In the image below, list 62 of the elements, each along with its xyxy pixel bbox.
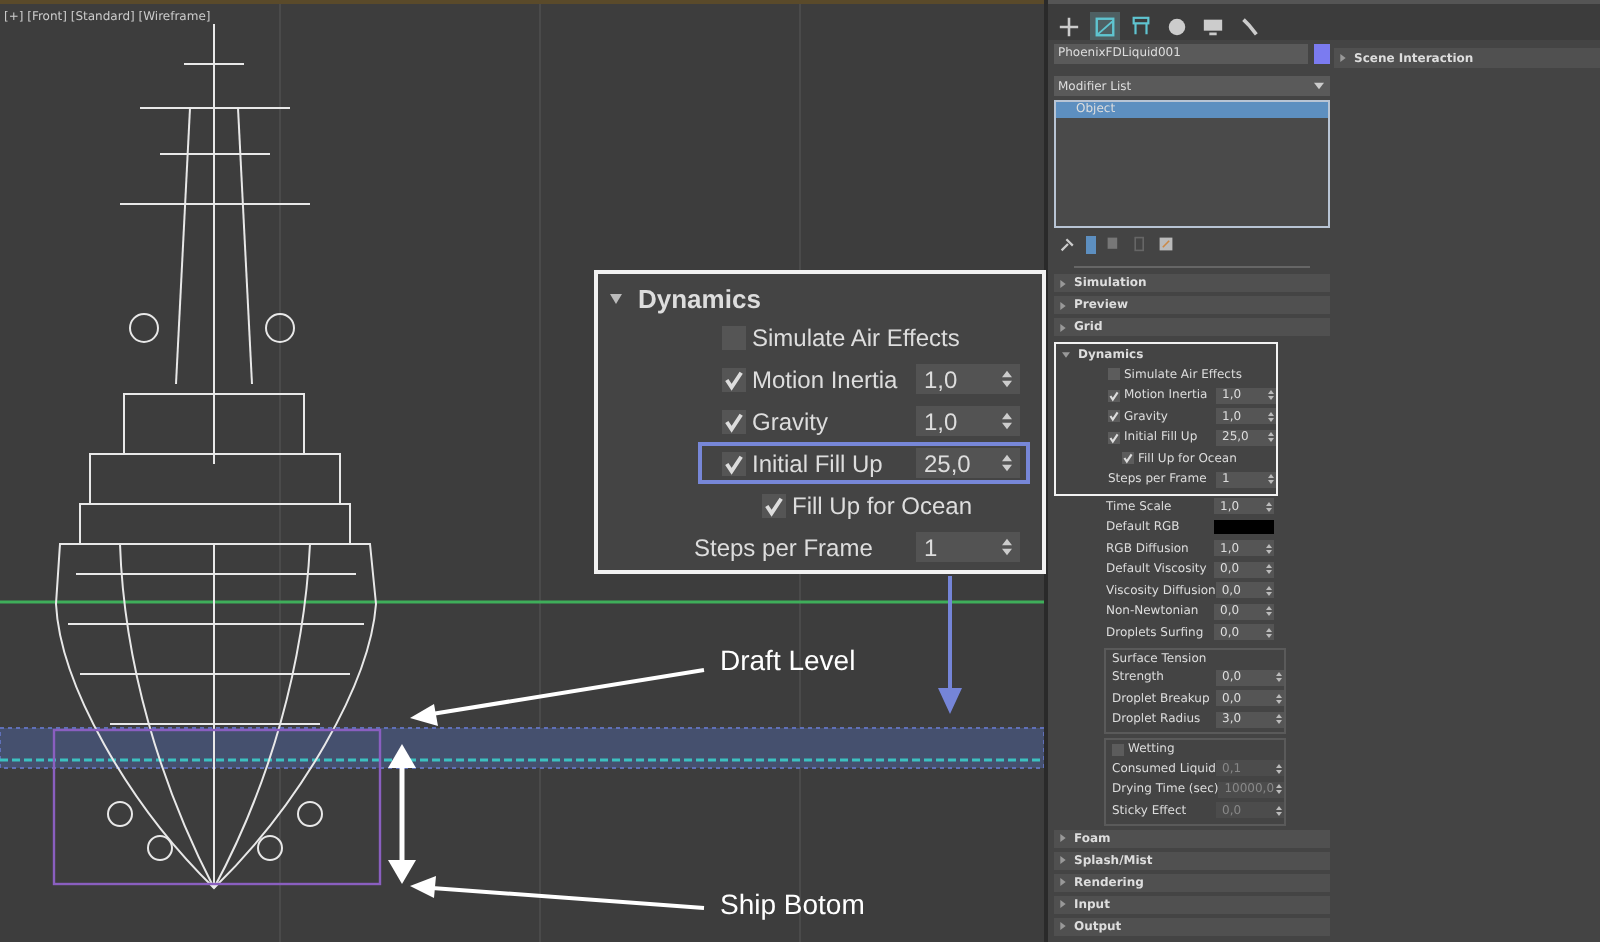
- make-unique-icon[interactable]: [1106, 236, 1122, 252]
- checkbox[interactable]: [722, 367, 746, 391]
- checkbox[interactable]: [722, 451, 746, 475]
- parameter-label: Gravity: [752, 407, 829, 435]
- checkbox[interactable]: [1108, 389, 1120, 402]
- collapse-triangle-icon[interactable]: [1062, 352, 1070, 358]
- spinner-arrows-icon[interactable]: [1002, 370, 1012, 388]
- spinner-arrows-icon[interactable]: [1266, 501, 1272, 512]
- double-arrow: [388, 744, 416, 884]
- curve-tab-icon[interactable]: [1090, 12, 1120, 40]
- dropdown-caret-icon[interactable]: [1314, 82, 1324, 90]
- expand-triangle-icon[interactable]: [1060, 856, 1066, 864]
- checkbox[interactable]: [722, 409, 746, 433]
- expand-triangle-icon[interactable]: [1060, 900, 1066, 908]
- expand-triangle-icon[interactable]: [1060, 301, 1066, 309]
- show-end-result-icon[interactable]: [1086, 235, 1096, 253]
- spinner-arrows-icon[interactable]: [1276, 672, 1282, 683]
- spinner-arrows-icon[interactable]: [1268, 390, 1274, 401]
- color-swatch[interactable]: [1214, 520, 1274, 535]
- spinner-arrows-icon[interactable]: [1002, 538, 1012, 556]
- rollout-title[interactable]: Dynamics: [638, 283, 761, 313]
- spinner-arrows-icon[interactable]: [1266, 585, 1272, 596]
- object-color-swatch[interactable]: [1314, 44, 1330, 64]
- checkbox[interactable]: [1112, 743, 1124, 755]
- checkbox[interactable]: [1108, 410, 1120, 423]
- leader-arrow: [938, 576, 962, 714]
- plus-tab-icon[interactable]: [1054, 12, 1084, 40]
- configure-icon[interactable]: [1158, 236, 1174, 252]
- spinner-arrows-icon[interactable]: [1266, 564, 1272, 575]
- parameter-label: Motion Inertia: [752, 365, 898, 393]
- checkbox[interactable]: [1108, 368, 1120, 381]
- checkbox[interactable]: [762, 493, 786, 517]
- expand-triangle-icon[interactable]: [1340, 54, 1346, 62]
- spinner-arrows-icon[interactable]: [1266, 606, 1272, 617]
- spinner-arrows-icon[interactable]: [1268, 432, 1274, 443]
- expand-triangle-icon[interactable]: [1060, 279, 1066, 287]
- expand-triangle-icon[interactable]: [1060, 878, 1066, 886]
- pin-icon[interactable]: [1060, 236, 1076, 252]
- parameter-label: Simulate Air Effects: [752, 323, 960, 351]
- parameter-label: Fill Up for Ocean: [792, 491, 973, 519]
- spinner-arrows-icon[interactable]: [1266, 543, 1272, 554]
- spinner-field[interactable]: 25,0: [916, 448, 1020, 478]
- spinner-arrows-icon[interactable]: [1268, 474, 1274, 485]
- expand-triangle-icon[interactable]: [1060, 323, 1066, 331]
- spinner-field[interactable]: 1,0: [916, 364, 1020, 394]
- expand-triangle-icon[interactable]: [1060, 834, 1066, 842]
- spinner-arrows-icon[interactable]: [1002, 454, 1012, 472]
- spinner-field[interactable]: 1,0: [916, 406, 1020, 436]
- parameter-label: Initial Fill Up: [752, 449, 883, 477]
- expand-triangle-icon[interactable]: [1060, 922, 1066, 930]
- annotation-label: Draft Level: [720, 644, 856, 676]
- spinner-arrows-icon[interactable]: [1276, 693, 1282, 704]
- collapse-triangle-icon[interactable]: [610, 293, 622, 303]
- parameter-label: Steps per Frame: [694, 533, 873, 561]
- spinner-arrows-icon[interactable]: [1002, 412, 1012, 430]
- spinner-arrows-icon[interactable]: [1268, 411, 1274, 422]
- annotation-label: Ship Botom: [720, 888, 865, 920]
- spinner-arrows-icon[interactable]: [1276, 714, 1282, 725]
- checkbox[interactable]: [1122, 452, 1134, 465]
- spinner-field[interactable]: 1: [916, 532, 1020, 562]
- spinner-arrows-icon[interactable]: [1266, 627, 1272, 638]
- checkbox[interactable]: [1108, 431, 1120, 444]
